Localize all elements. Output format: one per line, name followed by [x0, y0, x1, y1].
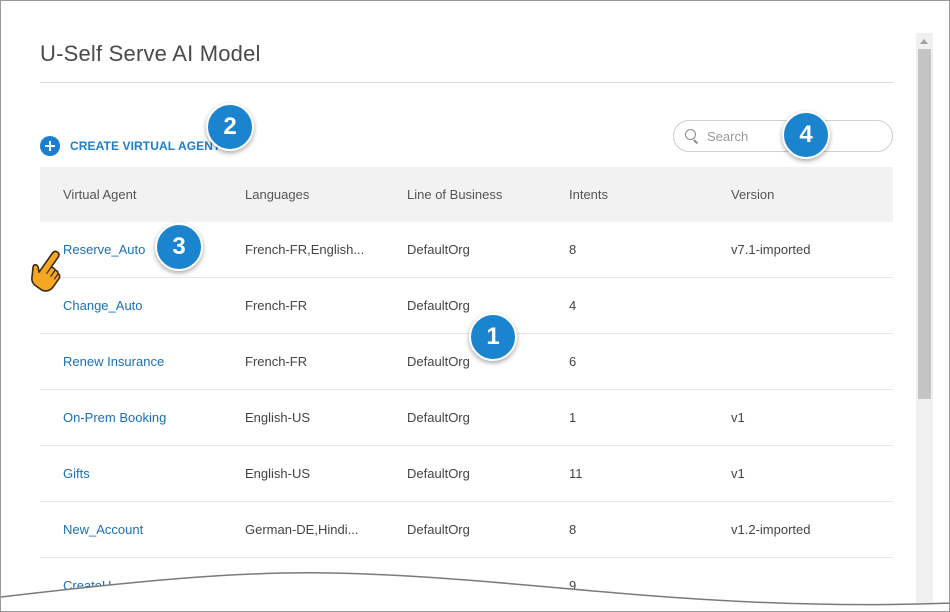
virtual-agent-link[interactable]: On-Prem Booking: [40, 410, 245, 425]
app-frame: U-Self Serve AI Model CREATE VIRTUAL AGE…: [0, 0, 950, 612]
column-header-line-of-business[interactable]: Line of Business: [407, 187, 569, 202]
intents-cell: 8: [569, 522, 577, 537]
line-of-business-cell: DefaultOrg: [407, 242, 470, 257]
table-row[interactable]: On-Prem Booking English-US DefaultOrg 1 …: [40, 390, 893, 446]
line-of-business-cell: DefaultOrg: [407, 522, 470, 537]
table-row[interactable]: Renew Insurance French-FR DefaultOrg 6: [40, 334, 893, 390]
intents-cell: 8: [569, 242, 577, 257]
torn-edge-decoration: [1, 572, 949, 611]
table-header: Virtual Agent Languages Line of Business…: [40, 167, 893, 222]
languages-cell: French-FR: [245, 298, 308, 313]
column-header-languages[interactable]: Languages: [245, 187, 407, 202]
column-header-intents[interactable]: Intents: [569, 187, 731, 202]
virtual-agent-link[interactable]: Renew Insurance: [40, 354, 245, 369]
vertical-scrollbar[interactable]: [916, 33, 933, 611]
version-cell: v1.2-imported: [731, 522, 811, 537]
virtual-agent-link[interactable]: Reserve_Auto: [40, 242, 245, 257]
plus-circle-icon: [40, 136, 60, 156]
table-row[interactable]: Change_Auto French-FR DefaultOrg 4: [40, 278, 893, 334]
callout-marker-1: 1: [469, 313, 517, 361]
scrollbar-thumb[interactable]: [918, 49, 931, 399]
hand-pointer-icon: [31, 250, 61, 292]
intents-cell: 4: [569, 298, 577, 313]
callout-marker-4: 4: [782, 111, 830, 159]
version-cell: v1: [731, 466, 745, 481]
table-row[interactable]: New_Account German-DE,Hindi... DefaultOr…: [40, 502, 893, 558]
version-cell: v1: [731, 410, 745, 425]
virtual-agent-link[interactable]: New_Account: [40, 522, 245, 537]
intents-cell: 11: [569, 466, 583, 481]
line-of-business-cell: DefaultOrg: [407, 466, 470, 481]
languages-cell: English-US: [245, 410, 311, 425]
column-header-virtual-agent[interactable]: Virtual Agent: [40, 187, 245, 202]
title-divider: [40, 82, 893, 83]
languages-cell: German-DE,Hindi...: [245, 522, 359, 537]
page-title: U-Self Serve AI Model: [40, 41, 261, 66]
column-header-version[interactable]: Version: [731, 187, 893, 202]
version-cell: v7.1-imported: [731, 242, 811, 257]
virtual-agent-link[interactable]: Gifts: [40, 466, 245, 481]
search-icon: [685, 129, 699, 143]
create-virtual-agent-button[interactable]: CREATE VIRTUAL AGENT: [40, 136, 220, 156]
languages-cell: French-FR,English...: [245, 242, 365, 257]
intents-cell: 6: [569, 354, 577, 369]
create-virtual-agent-label: CREATE VIRTUAL AGENT: [70, 139, 221, 153]
callout-marker-3: 3: [155, 223, 203, 271]
line-of-business-cell: DefaultOrg: [407, 410, 470, 425]
languages-cell: English-US: [245, 466, 311, 481]
line-of-business-cell: DefaultOrg: [407, 298, 470, 313]
callout-marker-2: 2: [206, 103, 254, 151]
scroll-up-arrow-icon[interactable]: [920, 39, 928, 44]
intents-cell: 1: [569, 410, 577, 425]
virtual-agent-link[interactable]: Change_Auto: [40, 298, 245, 313]
languages-cell: French-FR: [245, 354, 308, 369]
table-row[interactable]: Gifts English-US DefaultOrg 11 v1: [40, 446, 893, 502]
